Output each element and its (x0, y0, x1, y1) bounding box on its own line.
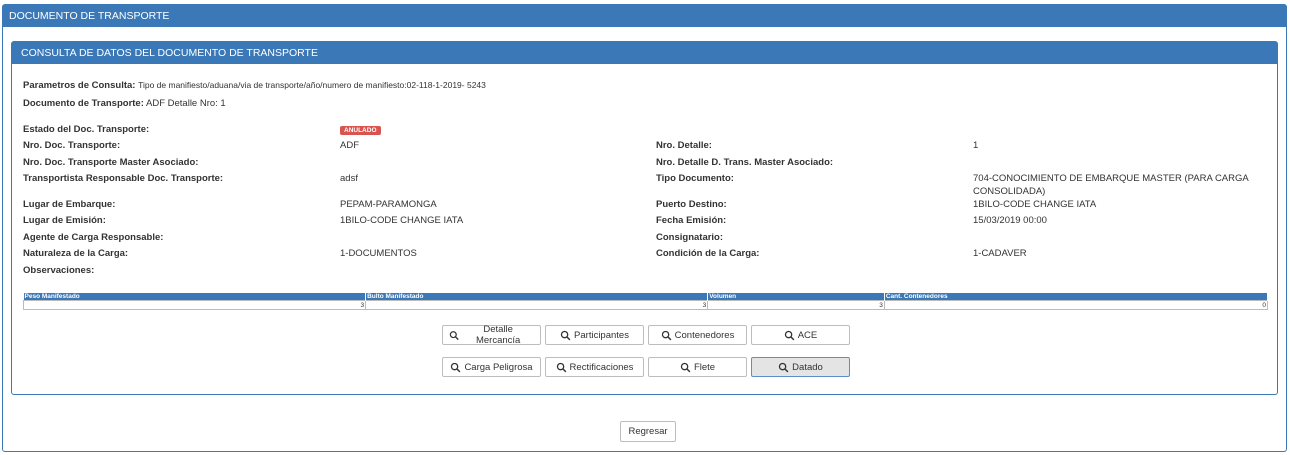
embarque-value: PEPAM-PARAMONGA (340, 199, 437, 210)
summary-value-volumen: 3 (707, 300, 885, 310)
emision-value: 1BILO-CODE CHANGE IATA (340, 215, 464, 226)
panel-title: CONSULTA DE DATOS DEL DOCUMENTO DE TRANS… (12, 42, 1277, 64)
fecha-value: 15/03/2019 00:00 (973, 215, 1047, 226)
flete-label: Flete (693, 361, 716, 373)
estado-label: Estado del Doc. Transporte: (23, 124, 150, 135)
consulta-panel: CONSULTA DE DATOS DEL DOCUMENTO DE TRANS… (11, 41, 1278, 395)
documento-value: ADF Detalle Nro: 1 (146, 98, 226, 109)
ace-button[interactable]: ACE (751, 325, 850, 345)
magnifier-icon (556, 362, 566, 372)
tipo-doc-value-line2: CONSOLIDADA) (973, 186, 1046, 197)
detalle-mercancia-button[interactable]: Detalle Mercancía (442, 324, 541, 346)
naturaleza-label: Naturaleza de la Carga: (23, 248, 129, 259)
datado-label: Datado (792, 361, 823, 373)
tipo-doc-label: Tipo Documento: (656, 173, 734, 184)
datado-button[interactable]: Datado (751, 357, 850, 377)
destino-label: Puerto Destino: (656, 199, 727, 210)
embarque-label: Lugar de Embarque: (23, 199, 116, 210)
regresar-button[interactable]: Regresar (620, 421, 676, 442)
carga-peligrosa-button[interactable]: Carga Peligrosa (442, 357, 541, 377)
consignatario-label: Consignatario: (656, 232, 724, 243)
rectificaciones-button[interactable]: Rectificaciones (545, 357, 644, 377)
contenedores-button[interactable]: Contenedores (648, 325, 747, 345)
condicion-value: 1-CADAVER (973, 248, 1027, 259)
participantes-label: Participantes (574, 329, 629, 341)
emision-label: Lugar de Emisión: (23, 215, 106, 226)
ace-label: ACE (797, 329, 818, 341)
documento-row: Documento de Transporte: ADF Detalle Nro… (23, 98, 226, 109)
magnifier-icon (680, 362, 691, 372)
magnifier-icon (784, 330, 795, 340)
participantes-button[interactable]: Participantes (545, 325, 644, 345)
fecha-label: Fecha Emisión: (656, 215, 727, 226)
documento-label: Documento de Transporte: (23, 98, 144, 109)
magnifier-icon (661, 330, 672, 340)
params-consulta-row: Parametros de Consulta: Tipo de manifies… (23, 80, 486, 91)
summary-value-row: 3 3 3 0 (22, 300, 1269, 310)
agente-label: Agente de Carga Responsable: (23, 232, 164, 243)
rectificaciones-label: Rectificaciones (569, 361, 634, 373)
detalle-mercancia-label: Detalle Mercancía (475, 324, 521, 346)
naturaleza-value: 1-DOCUMENTOS (340, 248, 417, 259)
destino-value: 1BILO-CODE CHANGE IATA (973, 199, 1097, 210)
params-consulta-value: Tipo de manifiesto/aduana/via de transpo… (138, 80, 486, 90)
magnifier-icon (449, 330, 459, 340)
master-label: Nro. Doc. Transporte Master Asociado: (23, 157, 199, 168)
carga-peligrosa-label: Carga Peligrosa (464, 361, 533, 373)
summary-value-peso: 3 (22, 300, 367, 310)
observaciones-label: Observaciones: (23, 265, 95, 276)
detalle-master-label: Nro. Detalle D. Trans. Master Asociado: (656, 157, 834, 168)
summary-header-peso: Peso Manifestado (23, 293, 367, 301)
magnifier-icon (560, 330, 571, 340)
transportista-label: Transportista Responsable Doc. Transport… (23, 173, 224, 184)
magnifier-icon (451, 362, 461, 372)
nro-doc-value: ADF (340, 140, 359, 151)
nro-detalle-value: 1 (973, 140, 979, 151)
status-badge: ANULADO (340, 126, 381, 135)
summary-header-row: Peso Manifestado Bulto Manifestado Volum… (23, 293, 1269, 301)
magnifier-icon (778, 362, 789, 372)
contenedores-label: Contenedores (674, 329, 735, 341)
condicion-label: Condición de la Carga: (656, 248, 760, 259)
summary-header-bulto: Bulto Manifestado (365, 293, 709, 301)
params-consulta-label: Parametros de Consulta: (23, 80, 136, 91)
summary-header-volumen: Volumen (707, 293, 885, 301)
tipo-doc-value-line1: 704-CONOCIMIENTO DE EMBARQUE MASTER (PAR… (973, 173, 1249, 184)
transportista-value: adsf (340, 173, 358, 184)
summary-header-contenedores: Cant. Contenedores (884, 293, 1269, 301)
nro-detalle-label: Nro. Detalle: (656, 140, 712, 151)
main-panel: DOCUMENTO DE TRANSPORTE CONSULTA DE DATO… (2, 4, 1287, 452)
page-title: DOCUMENTO DE TRANSPORTE (3, 5, 1286, 27)
summary-value-contenedores: 0 (883, 300, 1269, 310)
flete-button[interactable]: Flete (648, 357, 747, 377)
nro-doc-label: Nro. Doc. Transporte: (23, 140, 121, 151)
summary-value-bulto: 3 (365, 300, 709, 310)
summary-table: Peso Manifestado Bulto Manifestado Volum… (22, 293, 1269, 310)
estado-badge: ANULADO (340, 124, 381, 135)
